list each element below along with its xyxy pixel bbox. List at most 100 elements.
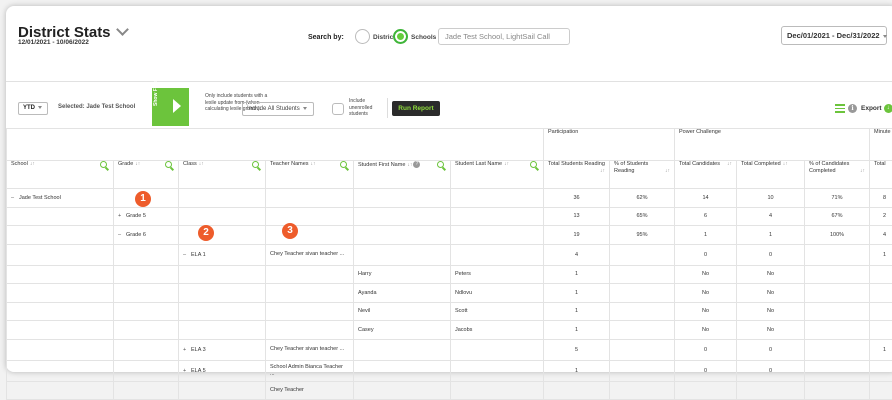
include-unenrolled-checkbox[interactable] xyxy=(332,103,344,115)
cell-first-name xyxy=(354,339,451,360)
expand-icon[interactable]: + xyxy=(183,347,191,353)
cell-class xyxy=(179,284,266,303)
table-row: CaseyJacobs1NoNo xyxy=(7,321,892,340)
cell-class: –ELA 1 xyxy=(179,244,266,265)
search-icon[interactable] xyxy=(437,161,446,170)
col-school[interactable]: School↓↑ xyxy=(7,161,114,189)
help-icon[interactable]: ? xyxy=(413,161,420,168)
expand-icon[interactable]: + xyxy=(118,213,126,219)
date-range-select[interactable]: Dec/01/2021 - Dec/31/2022 xyxy=(781,26,887,45)
cell-teacher-value: Chey Teacher xyxy=(270,387,304,393)
cell-total-reading: 1 xyxy=(544,321,610,340)
school-search-input[interactable]: Jade Test School, LightSail Call xyxy=(438,28,570,45)
cell-pct-completed: 67% xyxy=(805,207,870,226)
cell-total-candidates: 0 xyxy=(675,360,737,381)
annotation-marker-1: 1 xyxy=(135,191,151,207)
cell-teacher: Chey Teacher xyxy=(266,381,354,400)
cell-pct-completed-value: 100% xyxy=(830,232,844,238)
list-view-icon[interactable] xyxy=(835,104,845,113)
chevron-down-icon[interactable] xyxy=(116,23,129,36)
period-select[interactable]: YTD xyxy=(18,102,48,115)
col-total-completed[interactable]: Total Completed↓↑ xyxy=(737,161,805,189)
run-report-button[interactable]: Run Report xyxy=(392,101,440,116)
districts-radio[interactable] xyxy=(355,29,370,44)
cell-teacher xyxy=(266,302,354,321)
cell-pct-completed xyxy=(805,302,870,321)
play-arrow-icon xyxy=(173,99,181,113)
cell-total-completed: 1 xyxy=(737,226,805,245)
col-student-first-name[interactable]: Student First Name↓↑? xyxy=(354,161,451,189)
cell-first-name xyxy=(354,381,451,400)
search-icon[interactable] xyxy=(340,161,349,170)
collapse-icon[interactable]: – xyxy=(118,232,126,238)
column-header-row: School↓↑ Grade↓↑ Class↓↑ Teacher Names↓↑… xyxy=(7,161,892,189)
cell-pct-reading-value: 65% xyxy=(636,213,647,219)
cell-pct-reading xyxy=(610,302,675,321)
cell-total-candidates: 0 xyxy=(675,339,737,360)
cell-total-candidates-value: 0 xyxy=(704,368,707,374)
col-student-last-name[interactable]: Student Last Name↓↑ xyxy=(451,161,544,189)
cell-minutes: 1 xyxy=(870,339,892,360)
expand-icon[interactable]: + xyxy=(183,368,191,374)
cell-total-candidates: 14 xyxy=(675,189,737,208)
col-pct-candidates-completed[interactable]: % of Candidates Completed↓↑ xyxy=(805,161,870,189)
cell-pct-reading-value: 95% xyxy=(636,232,647,238)
cell-total-completed: No xyxy=(737,302,805,321)
col-grade[interactable]: Grade↓↑ xyxy=(114,161,179,189)
cell-minutes: 8 xyxy=(870,189,892,208)
col-teacher-names[interactable]: Teacher Names↓↑ xyxy=(266,161,354,189)
cell-first-name xyxy=(354,189,451,208)
cell-last-name: Peters xyxy=(451,265,544,284)
cell-school xyxy=(7,265,114,284)
info-icon[interactable]: i xyxy=(848,104,857,113)
cell-total-completed xyxy=(737,381,805,400)
table-row: +ELA 5School Admin Bianca Teacher ...100 xyxy=(7,360,892,381)
search-by-label: Search by: xyxy=(308,34,344,41)
schools-radio[interactable] xyxy=(393,29,408,44)
cell-grade xyxy=(114,284,179,303)
cell-minutes xyxy=(870,265,892,284)
search-icon[interactable] xyxy=(530,161,539,170)
caret-down-icon xyxy=(303,107,307,110)
cell-total-completed: 0 xyxy=(737,339,805,360)
cell-pct-reading xyxy=(610,339,675,360)
cell-class xyxy=(179,302,266,321)
cell-pct-completed: 100% xyxy=(805,226,870,245)
students-select[interactable]: Include All Students xyxy=(242,102,314,116)
search-icon[interactable] xyxy=(252,161,261,170)
collapse-icon[interactable]: – xyxy=(11,195,19,201)
cell-first-name: Nevil xyxy=(354,302,451,321)
cell-pct-reading xyxy=(610,244,675,265)
col-minutes-total[interactable]: Total xyxy=(870,161,892,189)
cell-total-completed-value: No xyxy=(767,327,774,333)
cell-total-reading: 19 xyxy=(544,226,610,245)
show-filters-button[interactable]: Show Filters xyxy=(152,88,189,126)
cell-total-completed-value: 0 xyxy=(769,252,772,258)
schools-radio-label[interactable]: Schools xyxy=(411,34,436,41)
col-total-students-reading[interactable]: Total Students Reading↓↑ xyxy=(544,161,610,189)
collapse-icon[interactable]: – xyxy=(183,252,191,258)
cell-total-reading-value: 4 xyxy=(575,252,578,258)
search-icon[interactable] xyxy=(165,161,174,170)
sort-icon: ↓↑ xyxy=(504,161,509,167)
export-button[interactable]: Export↓ xyxy=(861,104,892,113)
search-icon[interactable] xyxy=(100,161,109,170)
cell-pct-completed-value: 71% xyxy=(832,195,843,201)
cell-pct-reading: 65% xyxy=(610,207,675,226)
cell-first-name xyxy=(354,226,451,245)
cell-minutes: 4 xyxy=(870,226,892,245)
cell-school xyxy=(7,339,114,360)
cell-total-reading xyxy=(544,381,610,400)
cell-school xyxy=(7,381,114,400)
cell-last-name xyxy=(451,381,544,400)
sort-icon: ↓↑ xyxy=(665,168,670,175)
sort-icon: ↓↑ xyxy=(727,161,732,168)
cell-last-name xyxy=(451,189,544,208)
col-class[interactable]: Class↓↑ xyxy=(179,161,266,189)
col-pct-students-reading[interactable]: % of Students Reading↓↑ xyxy=(610,161,675,189)
cell-last-name-value: Peters xyxy=(455,271,471,277)
cell-first-name-value: Casey xyxy=(358,327,374,333)
col-total-candidates[interactable]: Total Candidates↓↑ xyxy=(675,161,737,189)
cell-total-reading: 36 xyxy=(544,189,610,208)
table-row: –ELA 1Chey Teacher sivan teacher ...4001 xyxy=(7,244,892,265)
